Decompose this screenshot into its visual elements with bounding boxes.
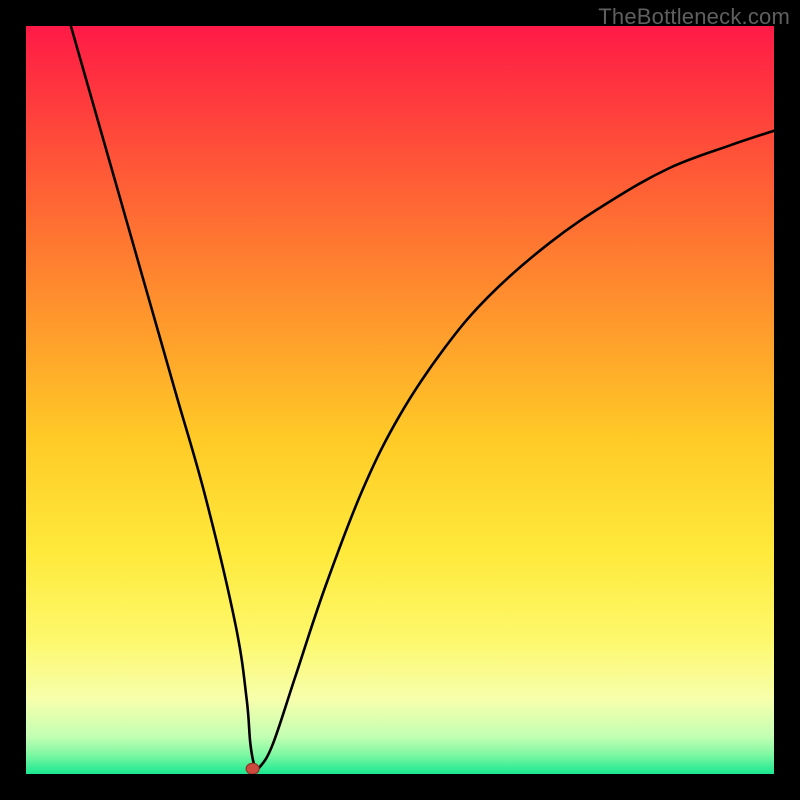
chart-frame: TheBottleneck.com <box>0 0 800 800</box>
curve-layer <box>26 26 774 774</box>
watermark-text: TheBottleneck.com <box>598 4 790 30</box>
bottleneck-curve <box>71 26 774 770</box>
minimum-marker <box>246 763 259 774</box>
plot-area <box>26 26 774 774</box>
